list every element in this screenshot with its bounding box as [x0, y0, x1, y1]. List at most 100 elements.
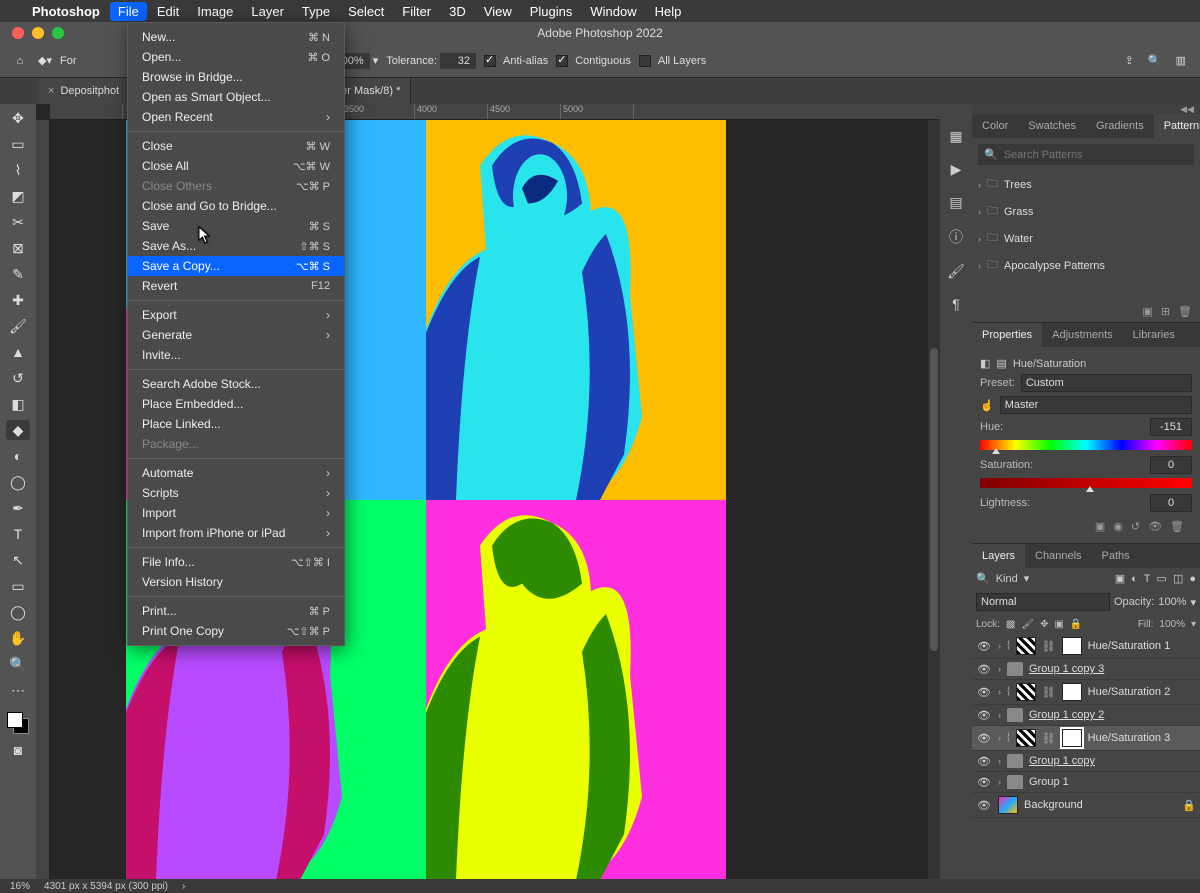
trash-icon[interactable]: 🗑: [1170, 520, 1184, 533]
reset-icon[interactable]: ↺: [1131, 520, 1140, 533]
lasso-tool-icon[interactable]: ⌇: [6, 160, 30, 180]
visibility-icon[interactable]: 👁: [976, 732, 992, 745]
layer-row[interactable]: 👁›𝄔⛓Hue/Saturation 2: [972, 680, 1200, 705]
menubar-image[interactable]: Image: [197, 4, 233, 19]
bucket-tool-icon[interactable]: ◆: [6, 420, 30, 440]
brush-tool-icon[interactable]: 🖌: [6, 316, 30, 336]
zoom-level[interactable]: 16%: [10, 881, 30, 892]
type-tool-icon[interactable]: T: [6, 524, 30, 544]
menubar-help[interactable]: Help: [655, 4, 682, 19]
brushes-panel-icon[interactable]: 🖌: [947, 263, 965, 280]
zoom-tool-icon[interactable]: 🔍: [6, 654, 30, 674]
hue-value[interactable]: -151: [1150, 418, 1192, 436]
filter-adj-icon[interactable]: ◐: [1131, 573, 1138, 585]
menu-item-invite[interactable]: Invite...: [128, 345, 344, 365]
window-close-icon[interactable]: [12, 27, 24, 39]
visibility-icon[interactable]: 👁: [976, 663, 992, 676]
visibility-icon[interactable]: 👁: [976, 709, 992, 722]
hue-slider[interactable]: [980, 440, 1192, 450]
object-select-tool-icon[interactable]: ◩: [6, 186, 30, 206]
patterns-search-input[interactable]: [1004, 149, 1188, 161]
tab-close-icon[interactable]: ×: [48, 85, 54, 97]
hand-tool-icon[interactable]: ✋: [6, 628, 30, 648]
menu-item-export[interactable]: Export: [128, 305, 344, 325]
tab-color[interactable]: Color: [972, 114, 1018, 138]
quickmask-icon[interactable]: ◙: [6, 740, 30, 760]
finger-tool-icon[interactable]: ☝: [980, 399, 994, 412]
menu-item-version-history[interactable]: Version History: [128, 572, 344, 592]
clip-icon[interactable]: ▣: [1095, 520, 1105, 533]
actions-panel-icon[interactable]: ▶: [951, 161, 962, 178]
layer-row[interactable]: 👁Background🔒: [972, 793, 1200, 818]
crop-tool-icon[interactable]: ✂: [6, 212, 30, 232]
menubar-file[interactable]: File: [110, 2, 147, 21]
menu-item-save-as[interactable]: Save As...⇧⌘ S: [128, 236, 344, 256]
filter-type-icon[interactable]: T: [1144, 573, 1151, 585]
saturation-value[interactable]: 0: [1150, 456, 1192, 474]
menu-item-place-linked[interactable]: Place Linked...: [128, 414, 344, 434]
antialias-checkbox[interactable]: [484, 55, 496, 67]
tool-preset-icon[interactable]: ◆▾: [38, 54, 52, 67]
lock-artboard-icon[interactable]: ▣: [1054, 619, 1063, 630]
menu-item-search-adobe-stock[interactable]: Search Adobe Stock...: [128, 374, 344, 394]
dodge-tool-icon[interactable]: ◯: [6, 472, 30, 492]
history-panel-icon[interactable]: ▦: [949, 128, 962, 145]
tab-patterns[interactable]: Patterns: [1154, 114, 1200, 138]
new-group-icon[interactable]: ▣: [1142, 305, 1152, 318]
menu-item-close[interactable]: Close⌘ W: [128, 136, 344, 156]
tab-paths[interactable]: Paths: [1092, 544, 1140, 568]
lightness-value[interactable]: 0: [1150, 494, 1192, 512]
visibility-icon[interactable]: 👁: [976, 799, 992, 812]
pattern-folder[interactable]: ›🗀Trees: [972, 171, 1200, 198]
menu-item-save-a-copy[interactable]: Save a Copy...⌥⌘ S: [128, 256, 344, 276]
menu-item-scripts[interactable]: Scripts: [128, 483, 344, 503]
lock-brush-icon[interactable]: 🖌: [1021, 619, 1034, 630]
layer-row[interactable]: 👁›Group 1 copy: [972, 751, 1200, 772]
pattern-folder[interactable]: ›🗀Grass: [972, 198, 1200, 225]
home-icon[interactable]: ⌂: [10, 55, 30, 67]
menubar-view[interactable]: View: [484, 4, 512, 19]
ruler-vertical[interactable]: [36, 120, 50, 879]
menubar-filter[interactable]: Filter: [402, 4, 431, 19]
menu-item-file-info[interactable]: File Info...⌥⇧⌘ I: [128, 552, 344, 572]
window-minimize-icon[interactable]: [32, 27, 44, 39]
tab-adjustments[interactable]: Adjustments: [1042, 323, 1123, 347]
stamp-tool-icon[interactable]: ▲: [6, 342, 30, 362]
prev-state-icon[interactable]: ◉: [1113, 520, 1123, 533]
tab-channels[interactable]: Channels: [1025, 544, 1091, 568]
layer-opacity-value[interactable]: 100%: [1158, 596, 1186, 608]
visibility-icon[interactable]: 👁: [976, 686, 992, 699]
search-icon[interactable]: 🔍: [1148, 54, 1162, 67]
frame-tool-icon[interactable]: ⊠: [6, 238, 30, 258]
tab-libraries[interactable]: Libraries: [1123, 323, 1185, 347]
all-layers-checkbox[interactable]: [639, 55, 651, 67]
contiguous-checkbox[interactable]: [556, 55, 568, 67]
lock-all-icon[interactable]: 🔒: [1070, 619, 1082, 630]
marquee-tool-icon[interactable]: ▭: [6, 134, 30, 154]
eraser-tool-icon[interactable]: ◧: [6, 394, 30, 414]
menu-item-import[interactable]: Import: [128, 503, 344, 523]
layer-row[interactable]: 👁›Group 1 copy 2: [972, 705, 1200, 726]
visibility-icon[interactable]: 👁: [1148, 520, 1162, 533]
delete-icon[interactable]: 🗑: [1178, 305, 1192, 318]
menubar-window[interactable]: Window: [590, 4, 636, 19]
menubar-plugins[interactable]: Plugins: [530, 4, 573, 19]
menu-item-generate[interactable]: Generate: [128, 325, 344, 345]
preset-select[interactable]: Custom: [1021, 374, 1192, 392]
menu-item-close-and-go-to-bridge[interactable]: Close and Go to Bridge...: [128, 196, 344, 216]
menu-item-close-all[interactable]: Close All⌥⌘ W: [128, 156, 344, 176]
new-pattern-icon[interactable]: ⊞: [1161, 305, 1170, 318]
shape-tool-icon[interactable]: ▭: [6, 576, 30, 596]
menu-item-save[interactable]: Save⌘ S: [128, 216, 344, 236]
healing-tool-icon[interactable]: ✚: [6, 290, 30, 310]
blend-mode-select[interactable]: Normal: [976, 593, 1110, 611]
menubar-3d[interactable]: 3D: [449, 4, 466, 19]
layer-row[interactable]: 👁›𝄔⛓Hue/Saturation 3: [972, 726, 1200, 751]
tab-layers[interactable]: Layers: [972, 544, 1025, 568]
history-brush-tool-icon[interactable]: ↺: [6, 368, 30, 388]
filter-shape-icon[interactable]: ▭: [1157, 572, 1167, 585]
menu-item-browse-in-bridge[interactable]: Browse in Bridge...: [128, 67, 344, 87]
layer-row[interactable]: 👁›𝄔⛓Hue/Saturation 1: [972, 634, 1200, 659]
pen-tool-icon[interactable]: ✒: [6, 498, 30, 518]
filter-image-icon[interactable]: ▣: [1115, 572, 1125, 585]
